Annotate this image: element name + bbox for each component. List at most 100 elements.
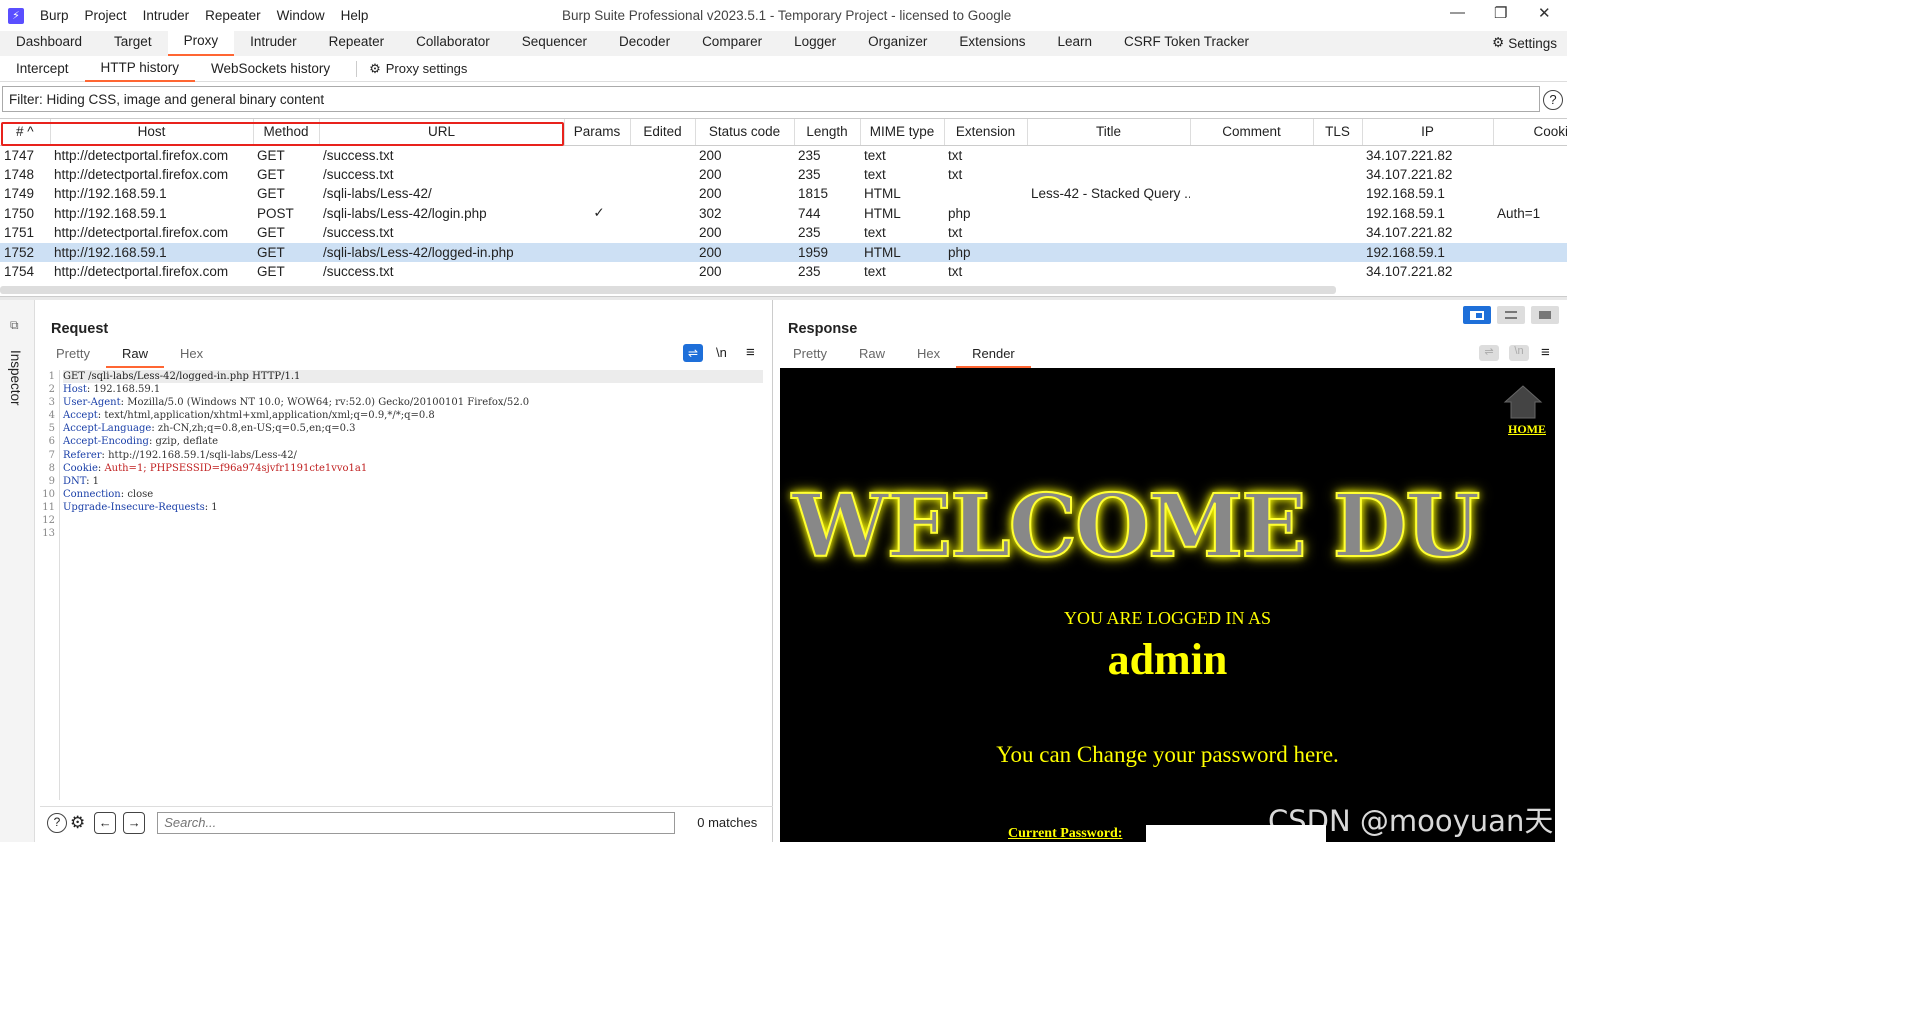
request-tab-pretty[interactable]: Pretty bbox=[40, 346, 106, 368]
col-extension[interactable]: Extension bbox=[944, 119, 1028, 146]
menu-help[interactable]: Help bbox=[341, 8, 369, 23]
request-tab-raw[interactable]: Raw bbox=[105, 346, 164, 368]
row-method: GET bbox=[257, 225, 285, 241]
row-host: http://detectportal.firefox.com bbox=[54, 264, 229, 280]
tab-extensions[interactable]: Extensions bbox=[943, 31, 1041, 56]
tab-proxy[interactable]: Proxy bbox=[167, 31, 235, 56]
row-host: http://detectportal.firefox.com bbox=[54, 147, 229, 163]
filter-bar[interactable]: Filter: Hiding CSS, image and general bi… bbox=[2, 86, 1540, 112]
menu-repeater[interactable]: Repeater bbox=[205, 8, 261, 23]
menu-icon[interactable]: ≡ bbox=[1541, 344, 1550, 361]
current-password-label: Current Password: bbox=[1008, 826, 1123, 841]
menu-burp[interactable]: Burp bbox=[40, 8, 69, 23]
help-icon[interactable]: ? bbox=[47, 812, 67, 833]
menu-icon[interactable]: ≡ bbox=[746, 344, 755, 361]
gear-icon[interactable]: ⚙ bbox=[70, 813, 85, 833]
response-tab-hex[interactable]: Hex bbox=[901, 346, 956, 368]
header-value: gzip, deflate bbox=[155, 436, 219, 448]
response-tab-raw[interactable]: Raw bbox=[843, 346, 901, 368]
table-row[interactable]: 1751 http://detectportal.firefox.com GET/s… bbox=[0, 223, 1567, 243]
gear-icon: ⚙ bbox=[1492, 35, 1505, 50]
tab-intruder[interactable]: Intruder bbox=[234, 31, 313, 56]
tab-collaborator[interactable]: Collaborator bbox=[400, 31, 506, 56]
response-tab-render[interactable]: Render bbox=[956, 346, 1031, 368]
col-length[interactable]: Length bbox=[794, 119, 861, 146]
col-status-code[interactable]: Status code bbox=[695, 119, 795, 146]
header-key: Upgrade-Insecure-Requests bbox=[63, 501, 205, 513]
menu-intruder[interactable]: Intruder bbox=[143, 8, 190, 23]
tab-sequencer[interactable]: Sequencer bbox=[506, 31, 603, 56]
render-view[interactable]: HOME WELCOME DU YOU ARE LOGGED IN AS adm… bbox=[780, 368, 1555, 842]
proxy-settings-label: Proxy settings bbox=[385, 61, 468, 76]
forward-arrow-icon[interactable]: → bbox=[123, 811, 146, 834]
col-params[interactable]: Params bbox=[564, 119, 631, 146]
help-icon[interactable]: ? bbox=[1543, 90, 1563, 110]
line-number: 1 bbox=[48, 371, 55, 382]
proxy-settings-button[interactable]: ⚙ Proxy settings bbox=[356, 60, 468, 77]
home-icon[interactable] bbox=[1502, 382, 1544, 422]
col-comment[interactable]: Comment bbox=[1190, 119, 1314, 146]
tab-repeater[interactable]: Repeater bbox=[313, 31, 401, 56]
row-edited bbox=[630, 242, 695, 262]
col-cookies[interactable]: Cookies bbox=[1493, 119, 1567, 146]
tab-dashboard[interactable]: Dashboard bbox=[0, 31, 98, 56]
search-input[interactable] bbox=[157, 811, 676, 834]
request-line: Host: 192.168.59.1 bbox=[63, 384, 161, 396]
horizontal-scrollbar[interactable] bbox=[0, 286, 1336, 294]
col-host[interactable]: Host bbox=[50, 119, 254, 146]
inspector-label[interactable]: Inspector bbox=[8, 350, 23, 406]
table-header: # ^ Host Method URL Params Edited Status… bbox=[0, 119, 1567, 146]
col-tls[interactable]: TLS bbox=[1313, 119, 1363, 146]
response-tab-pretty[interactable]: Pretty bbox=[777, 346, 843, 368]
col-ip[interactable]: IP bbox=[1362, 119, 1494, 146]
tab-csrf-token-tracker[interactable]: CSRF Token Tracker bbox=[1108, 31, 1265, 56]
newline-icon[interactable]: \n bbox=[716, 345, 727, 360]
tab-organizer[interactable]: Organizer bbox=[852, 31, 943, 56]
table-row[interactable]: 1754 http://detectportal.firefox.com GET/s… bbox=[0, 262, 1567, 282]
table-row[interactable]: 1747 http://detectportal.firefox.com GET/s… bbox=[0, 145, 1567, 165]
proxy-sub-tab-bar: Intercept HTTP history WebSockets histor… bbox=[0, 56, 1567, 82]
menu-project[interactable]: Project bbox=[85, 8, 127, 23]
table-row[interactable]: 1750 http://192.168.59.1 POST/sqli-labs/Le… bbox=[0, 204, 1567, 224]
subtab-http-history[interactable]: HTTP history bbox=[84, 56, 196, 82]
restore-icon[interactable]: ❐ bbox=[1494, 4, 1507, 22]
row-length: 1815 bbox=[798, 186, 829, 202]
table-row[interactable]: 1748 http://detectportal.firefox.com GET/s… bbox=[0, 165, 1567, 185]
tab-decoder[interactable]: Decoder bbox=[603, 31, 686, 56]
row-title bbox=[1027, 145, 1190, 165]
minimize-icon[interactable]: — bbox=[1450, 4, 1465, 21]
tab-learn[interactable]: Learn bbox=[1041, 31, 1108, 56]
menu-window[interactable]: Window bbox=[277, 8, 325, 23]
table-row[interactable]: 1749 http://192.168.59.1 GET/sqli-labs/Les… bbox=[0, 184, 1567, 204]
row-comment bbox=[1190, 223, 1313, 243]
request-editor[interactable]: 1 2 3 4 5 6 7 8 9 10 11 12 13 GET /sqli-labs/Less-42… bbox=[40, 370, 763, 800]
request-text[interactable]: GET /sqli-labs/Less-42/logged-in.php HTT… bbox=[63, 370, 763, 540]
request-tab-hex[interactable]: Hex bbox=[164, 346, 219, 368]
row-mime: HTML bbox=[864, 186, 901, 202]
subtab-intercept[interactable]: Intercept bbox=[0, 56, 85, 82]
tab-logger[interactable]: Logger bbox=[778, 31, 852, 56]
settings-button[interactable]: ⚙ Settings bbox=[1492, 35, 1557, 51]
home-link[interactable]: HOME bbox=[1508, 422, 1546, 437]
header-value: Mozilla/5.0 (Windows NT 10.0; WOW64; rv:… bbox=[127, 397, 530, 409]
tab-target[interactable]: Target bbox=[98, 31, 168, 56]
tabs-layout-icon[interactable] bbox=[1531, 306, 1559, 324]
col-title[interactable]: Title bbox=[1027, 119, 1191, 146]
back-arrow-icon[interactable]: ← bbox=[94, 811, 117, 834]
line-number: 4 bbox=[48, 410, 55, 422]
split-vertical-icon[interactable] bbox=[1497, 306, 1525, 324]
col-mime-type[interactable]: MIME type bbox=[860, 119, 945, 146]
word-wrap-icon: ⇌ bbox=[1479, 345, 1499, 361]
split-horizontal-icon[interactable] bbox=[1463, 306, 1491, 324]
row-edited bbox=[630, 204, 695, 224]
col-num[interactable]: # ^ bbox=[0, 119, 51, 146]
tab-comparer[interactable]: Comparer bbox=[686, 31, 778, 56]
col-method[interactable]: Method bbox=[253, 119, 320, 146]
col-edited[interactable]: Edited bbox=[630, 119, 696, 146]
word-wrap-icon[interactable]: ⇌ bbox=[683, 344, 703, 362]
close-icon[interactable]: ✕ bbox=[1538, 4, 1551, 22]
row-host: http://detectportal.firefox.com bbox=[54, 225, 229, 241]
subtab-websockets-history[interactable]: WebSockets history bbox=[195, 56, 346, 82]
table-row[interactable]: 1752 http://192.168.59.1 GET/sqli-labs/Les… bbox=[0, 242, 1567, 262]
col-url[interactable]: URL bbox=[319, 119, 565, 146]
